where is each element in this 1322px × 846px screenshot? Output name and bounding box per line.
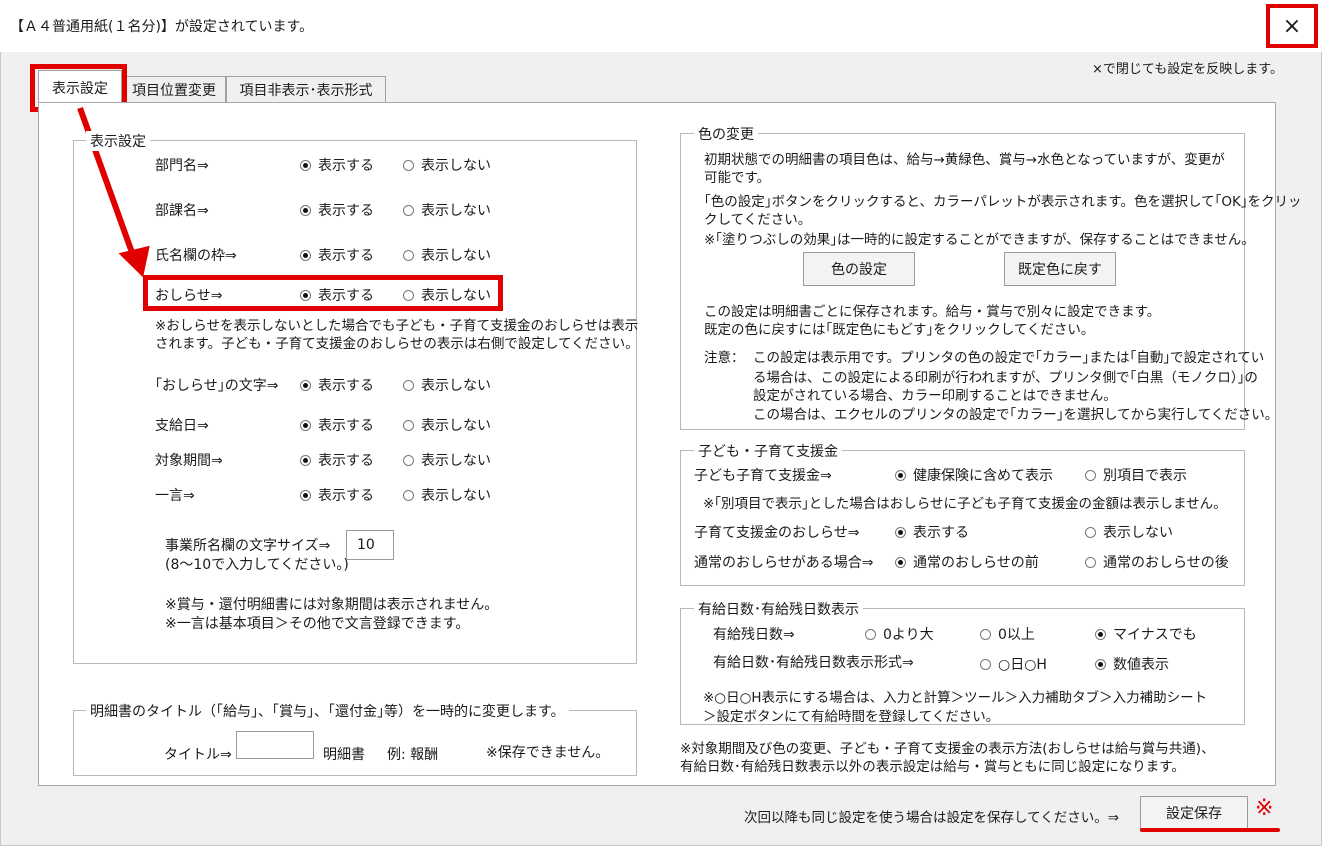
- display-radio-show[interactable]: 表示する: [300, 245, 374, 265]
- display-row-label: ｢おしらせ｣の文字⇒: [155, 378, 279, 394]
- paid-leave-radio-numeric[interactable]: 数値表示: [1095, 654, 1169, 674]
- support-note: ※｢別項目で表示｣とした場合はおしらせに子ども子育て支援金の金額は表示しません。: [703, 496, 1227, 512]
- caution-line-3: 設定がされている場合、カラー印刷することはできません。: [753, 388, 1117, 404]
- title-label: タイトル⇒: [164, 747, 232, 763]
- title-input[interactable]: [236, 731, 314, 759]
- display-radio-hide[interactable]: 表示しない: [403, 245, 491, 265]
- display-row-label: 支給日⇒: [155, 418, 209, 434]
- display-note-line2: されます。子ども・子育て支援金のおしらせの表示は右側で設定してください。: [155, 336, 639, 352]
- display-radio-show[interactable]: 表示する: [300, 375, 374, 395]
- display-radio-show[interactable]: 表示する: [300, 450, 374, 470]
- save-settings-button[interactable]: 設定保存: [1140, 796, 1248, 830]
- paid-leave-radio-day-hour[interactable]: ○日○H: [980, 654, 1047, 674]
- window-title: 【Ａ４普通用紙(１名分)】が設定されています。: [10, 19, 314, 35]
- title-change-legend: 明細書のタイトル（｢給与｣、｢賞与｣、｢還付金｣等）を一時的に変更します。: [86, 701, 569, 721]
- paid-leave-row1-label: 有給残日数⇒: [713, 627, 795, 643]
- color-desc-2: 可能です。: [704, 170, 771, 186]
- row-highlight-annotation: [143, 275, 503, 311]
- font-size-hint: (8～10で入力してください。): [165, 557, 349, 573]
- support-notice-radio-hide[interactable]: 表示しない: [1085, 522, 1173, 542]
- display-row-label: 部課名⇒: [155, 203, 209, 219]
- display-radio-hide[interactable]: 表示しない: [403, 450, 491, 470]
- display-radio-hide[interactable]: 表示しない: [403, 485, 491, 505]
- font-size-label: 事業所名欄の文字サイズ⇒: [165, 538, 331, 554]
- close-note: ×で閉じても設定を反映します。: [1092, 62, 1283, 77]
- support-row1-label: 子ども子育て支援金⇒: [694, 468, 832, 484]
- support-notice-radio-show[interactable]: 表示する: [895, 522, 969, 542]
- color-desc-4: クしてください。: [704, 212, 812, 228]
- paid-leave-radio-positive[interactable]: 0より大: [865, 624, 934, 644]
- display-radio-show[interactable]: 表示する: [300, 485, 374, 505]
- color-desc-5: ※｢塗りつぶしの効果｣は一時的に設定することができますが、保存することはできませ…: [704, 232, 1255, 248]
- display-row-label: 一言⇒: [155, 488, 195, 504]
- color-reset-button[interactable]: 既定色に戻す: [1004, 252, 1116, 286]
- display-radio-show[interactable]: 表示する: [300, 415, 374, 435]
- paid-leave-row2-label: 有給日数･有給残日数表示形式⇒: [713, 655, 914, 671]
- display-radio-hide[interactable]: 表示しない: [403, 375, 491, 395]
- display-row-label: 対象期間⇒: [155, 453, 223, 469]
- caution-line-4: この場合は、エクセルのプリンタの設定で｢カラー｣を選択してから実行してください。: [753, 407, 1279, 423]
- display-note-line1: ※おしらせを表示しないとした場合でも子ども・子育て支援金のおしらせは表示: [155, 318, 639, 334]
- display-radio-hide[interactable]: 表示しない: [403, 200, 491, 220]
- support-radio-separate[interactable]: 別項目で表示: [1085, 465, 1187, 485]
- save-underline-annotation: [1140, 828, 1280, 832]
- paid-leave-radio-zero-or-more[interactable]: 0以上: [980, 624, 1035, 644]
- display-radio-show[interactable]: 表示する: [300, 155, 374, 175]
- color-legend: 色の変更: [694, 124, 758, 144]
- display-radio-show[interactable]: 表示する: [300, 200, 374, 220]
- paid-leave-radio-negative[interactable]: マイナスでも: [1095, 624, 1197, 644]
- font-size-input[interactable]: 10: [346, 530, 394, 560]
- support-radio-include-health[interactable]: 健康保険に含めて表示: [895, 465, 1053, 485]
- title-example: 例: 報酬: [387, 747, 439, 763]
- support-row2-label: 子育て支援金のおしらせ⇒: [694, 525, 860, 541]
- caution-line-2: る場合は、この設定による印刷が行われますが、プリンタ側で｢白黒（モノクロ）｣の: [753, 370, 1258, 386]
- save-hint: 次回以降も同じ設定を使う場合は設定を保存してください。⇒: [744, 810, 1120, 826]
- support-row3-label: 通常のおしらせがある場合⇒: [694, 555, 874, 571]
- paid-leave-note-1: ※○日○H表示にする場合は、入力と計算＞ツール＞入力補助タブ＞入力補助シート: [703, 690, 1208, 706]
- caution-line-1: この設定は表示用です。プリンタの色の設定で｢カラー｣または｢自動｣で設定されてい: [753, 350, 1265, 366]
- bonus-note: ※賞与・還付明細書には対象期間は表示されません。: [165, 597, 499, 613]
- display-settings-legend: 表示設定: [86, 131, 150, 151]
- support-order-radio-before[interactable]: 通常のおしらせの前: [895, 552, 1039, 572]
- paid-leave-legend: 有給日数･有給残日数表示: [694, 599, 863, 619]
- tab-item-visibility[interactable]: 項目非表示･表示形式: [226, 76, 386, 103]
- title-suffix: 明細書: [323, 747, 365, 763]
- display-row-label: 部門名⇒: [155, 158, 209, 174]
- comment-note: ※一言は基本項目＞その他で文言登録できます。: [165, 616, 470, 632]
- caution-label: 注意：: [704, 350, 745, 366]
- title-not-saved-note: ※保存できません。: [486, 745, 610, 761]
- color-desc-6: この設定は明細書ごとに保存されます。給与・賞与で別々に設定できます。: [704, 304, 1161, 320]
- color-desc-1: 初期状態での明細書の項目色は、給与→黄緑色、賞与→水色となっていますが、変更が: [704, 152, 1225, 168]
- child-support-legend: 子ども・子育て支援金: [694, 441, 842, 461]
- footer-note-1: ※対象期間及び色の変更、子ども・子育て支援金の表示方法(おしらせは給与賞与共通)…: [680, 741, 1215, 757]
- paid-leave-note-2: ＞設定ボタンにて有給時間を登録してください。: [703, 709, 1000, 725]
- color-desc-7: 既定の色に戻すには｢既定色にもどす｣をクリックしてください。: [704, 322, 1095, 338]
- close-icon[interactable]: ×: [1283, 14, 1301, 39]
- display-radio-hide[interactable]: 表示しない: [403, 415, 491, 435]
- support-order-radio-after[interactable]: 通常のおしらせの後: [1085, 552, 1229, 572]
- tab-item-position[interactable]: 項目位置変更: [122, 76, 226, 103]
- footer-note-2: 有給日数･有給残日数表示以外の表示設定は給与・賞与ともに同じ設定になります。: [680, 759, 1185, 775]
- color-set-button[interactable]: 色の設定: [803, 252, 915, 286]
- close-button[interactable]: ×: [1266, 4, 1318, 48]
- annotation-mark: ※: [1255, 796, 1274, 821]
- display-row-label: 氏名欄の枠⇒: [155, 248, 237, 264]
- display-radio-hide[interactable]: 表示しない: [403, 155, 491, 175]
- color-desc-3: ｢色の設定｣ボタンをクリックすると、カラーパレットが表示されます。色を選択して｢…: [704, 194, 1302, 210]
